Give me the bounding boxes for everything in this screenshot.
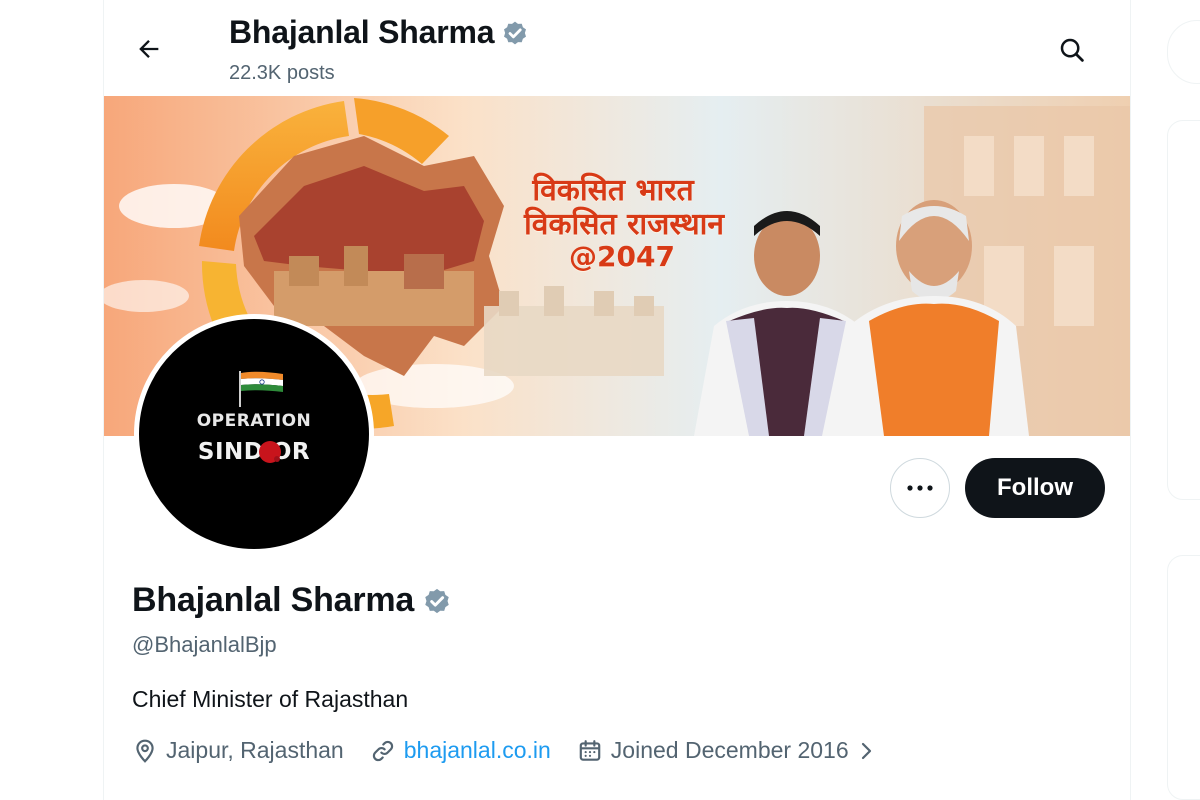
right-card-1 — [1167, 120, 1200, 500]
avatar-operation-text: OPERATION — [196, 411, 312, 431]
location-text: Jaipur, Rajasthan — [166, 737, 344, 763]
banner-line-3: @2047 — [569, 240, 675, 274]
banner-slogan: विकसित भारत विकसित राजस्थान @2047 — [502, 174, 724, 273]
right-search-box[interactable] — [1167, 20, 1200, 84]
follow-button[interactable]: Follow — [965, 458, 1105, 518]
calendar-icon — [579, 739, 601, 761]
website-link[interactable]: bhajanlal.co.in — [404, 737, 551, 764]
search-icon — [1060, 38, 1084, 62]
profile-handle: @BhajanlalBjp — [132, 632, 277, 657]
profile-bio: Chief Minister of Rajasthan — [132, 686, 409, 712]
joined-text: Joined December 2016 — [610, 737, 849, 763]
back-button[interactable] — [130, 30, 168, 68]
profile-avatar[interactable]: OPERATION SIND OR — [134, 314, 374, 554]
arrow-left-icon — [139, 40, 159, 58]
profile-location: Jaipur, Rajasthan — [132, 737, 344, 764]
header-name: Bhajanlal Sharma — [229, 14, 495, 50]
profile-name: Bhajanlal Sharma — [132, 581, 415, 619]
location-pin-icon — [136, 739, 154, 763]
sindoor-dot-icon — [259, 441, 281, 463]
more-dots-icon — [907, 485, 933, 491]
banner-line-1: विकसित भारत — [532, 173, 694, 208]
india-flag-icon — [239, 371, 283, 407]
posts-count: 22.3K posts — [229, 62, 335, 84]
chevron-right-icon — [861, 742, 871, 759]
verified-badge-icon — [504, 21, 527, 44]
search-button[interactable] — [1052, 30, 1092, 70]
profile-meta: Jaipur, Rajasthan bhajanlal.co.in Joined… — [132, 737, 877, 764]
link-icon — [372, 740, 393, 761]
right-sidebar — [1131, 0, 1200, 800]
more-options-button[interactable] — [890, 458, 950, 518]
profile-joined[interactable]: Joined December 2016 — [577, 737, 877, 764]
profile-header: Bhajanlal Sharma 22.3K posts — [104, 0, 1130, 96]
profile-name-row: Bhajanlal Sharma — [132, 581, 453, 620]
banner-line-2: विकसित राजस्थान — [524, 206, 725, 242]
left-column — [0, 0, 103, 800]
profile-website[interactable]: bhajanlal.co.in — [370, 737, 551, 764]
profile-column: Bhajanlal Sharma 22.3K posts विकसित भारत… — [103, 0, 1131, 800]
right-card-2 — [1167, 555, 1200, 800]
avatar-sindoor-text: SIND OR — [197, 439, 311, 465]
header-title: Bhajanlal Sharma — [229, 14, 530, 51]
verified-badge-icon[interactable] — [421, 585, 453, 617]
